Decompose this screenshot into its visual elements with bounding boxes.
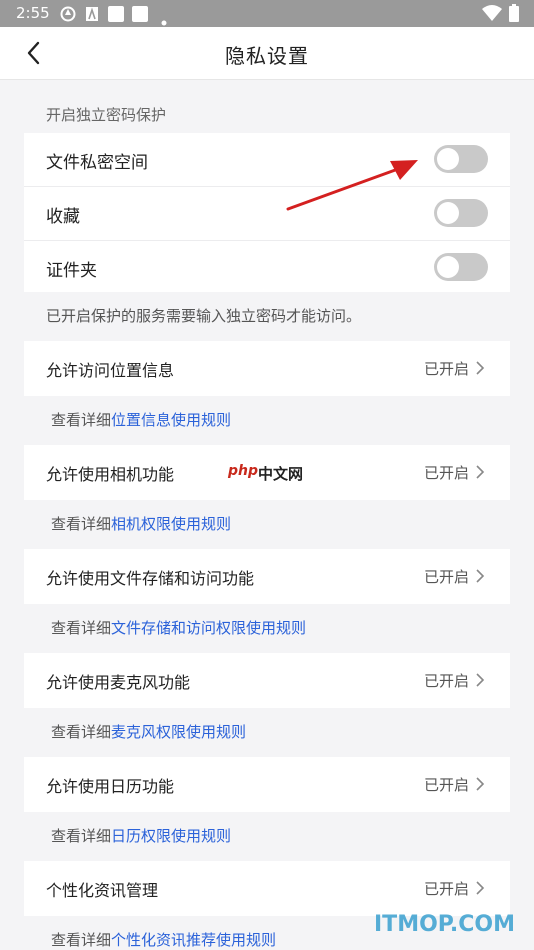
toggle-row-favorites[interactable]: 收藏 xyxy=(24,187,510,240)
a-badge-icon xyxy=(86,6,98,25)
toggle-knob xyxy=(437,202,459,224)
detail-prefix: 查看详细 xyxy=(51,515,112,533)
permission-detail-personalized-news: 查看详细个性化资讯推荐使用规则 xyxy=(51,929,276,950)
permission-status: 已开启 xyxy=(424,880,470,898)
status-bar: 2:55 xyxy=(0,0,534,27)
personalized-news-rules-link[interactable]: 个性化资讯推荐使用规则 xyxy=(111,931,276,949)
detail-prefix: 查看详细 xyxy=(51,723,112,741)
location-rules-link[interactable]: 位置信息使用规则 xyxy=(111,411,231,429)
permission-status: 已开启 xyxy=(424,568,470,586)
password-protection-card: 文件私密空间 收藏 证件夹 xyxy=(24,133,510,292)
camera-rules-link[interactable]: 相机权限使用规则 xyxy=(111,515,231,533)
permission-label: 允许使用日历功能 xyxy=(46,777,175,796)
square-notification-icon xyxy=(108,6,124,26)
permission-detail-calendar: 查看详细日历权限使用规则 xyxy=(51,825,231,846)
permission-row-storage[interactable]: 允许使用文件存储和访问功能 已开启 xyxy=(24,549,510,604)
permission-label: 允许访问位置信息 xyxy=(46,361,175,380)
permission-detail-camera: 查看详细相机权限使用规则 xyxy=(51,513,231,534)
chevron-right-icon xyxy=(476,569,485,583)
private-space-toggle[interactable] xyxy=(434,145,488,173)
section-label-password: 开启独立密码保护 xyxy=(46,106,167,124)
permission-row-location[interactable]: 允许访问位置信息 已开启 xyxy=(24,341,510,396)
detail-prefix: 查看详细 xyxy=(51,411,112,429)
permission-status: 已开启 xyxy=(424,360,470,378)
permission-row-calendar[interactable]: 允许使用日历功能 已开启 xyxy=(24,757,510,812)
chevron-right-icon xyxy=(476,465,485,479)
site-watermark: ITMOP.COM xyxy=(374,912,515,937)
permission-status: 已开启 xyxy=(424,672,470,690)
toggle-row-id-folder[interactable]: 证件夹 xyxy=(24,241,510,292)
page-title: 隐私设置 xyxy=(225,44,309,68)
chevron-right-icon xyxy=(476,673,485,687)
detail-prefix: 查看详细 xyxy=(51,827,112,845)
permission-label: 允许使用文件存储和访问功能 xyxy=(46,569,255,588)
permission-status: 已开启 xyxy=(424,464,470,482)
status-time: 2:55 xyxy=(16,4,50,22)
microphone-rules-link[interactable]: 麦克风权限使用规则 xyxy=(111,723,246,741)
favorites-toggle[interactable] xyxy=(434,199,488,227)
chevron-right-icon xyxy=(476,881,485,895)
detail-prefix: 查看详细 xyxy=(51,931,112,949)
toggle-row-private-space[interactable]: 文件私密空间 xyxy=(24,133,510,186)
toggle-row-label: 收藏 xyxy=(46,207,80,227)
square-notification-icon xyxy=(132,6,148,26)
battery-icon xyxy=(509,4,519,26)
permission-row-personalized-news[interactable]: 个性化资讯管理 已开启 xyxy=(24,861,510,916)
php-watermark-logo: php xyxy=(228,463,259,479)
id-folder-toggle[interactable] xyxy=(434,253,488,281)
php-watermark-text: 中文网 xyxy=(258,465,304,483)
permission-detail-storage: 查看详细文件存储和访问权限使用规则 xyxy=(51,617,306,638)
detail-prefix: 查看详细 xyxy=(51,619,112,637)
calendar-rules-link[interactable]: 日历权限使用规则 xyxy=(111,827,231,845)
permission-row-microphone[interactable]: 允许使用麦克风功能 已开启 xyxy=(24,653,510,708)
storage-rules-link[interactable]: 文件存储和访问权限使用规则 xyxy=(111,619,306,637)
permission-label: 允许使用麦克风功能 xyxy=(46,673,191,692)
annotation-arrow-icon xyxy=(286,160,418,211)
chevron-right-icon xyxy=(476,777,485,791)
toggle-knob xyxy=(437,256,459,278)
permission-detail-microphone: 查看详细麦克风权限使用规则 xyxy=(51,721,246,742)
permission-label: 允许使用相机功能 xyxy=(46,465,175,484)
permission-status: 已开启 xyxy=(424,776,470,794)
toggle-knob xyxy=(437,148,459,170)
permission-label: 个性化资讯管理 xyxy=(46,881,159,900)
password-note: 已开启保护的服务需要输入独立密码才能访问。 xyxy=(46,307,362,325)
nav-bar: 隐私设置 xyxy=(0,27,534,80)
chevron-right-icon xyxy=(476,361,485,375)
toggle-row-label: 文件私密空间 xyxy=(46,153,148,173)
toggle-row-label: 证件夹 xyxy=(46,261,97,281)
permission-detail-location: 查看详细位置信息使用规则 xyxy=(51,409,231,430)
wifi-icon xyxy=(482,5,502,25)
app-notification-icon xyxy=(60,6,76,26)
